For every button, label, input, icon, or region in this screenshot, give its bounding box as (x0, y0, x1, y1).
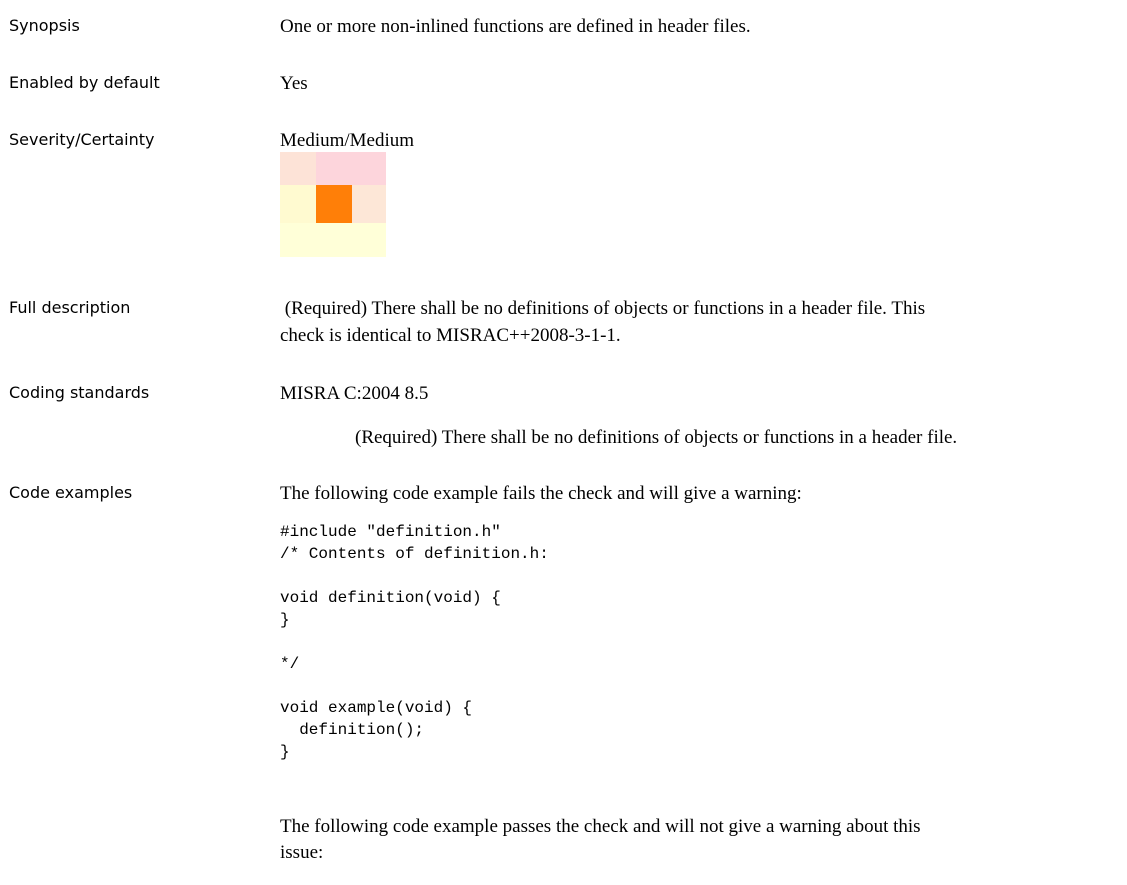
severity-matrix-cell (316, 223, 352, 257)
synopsis-label: Synopsis (9, 16, 80, 35)
severity-matrix-cell (352, 223, 386, 257)
failing-example-intro: The following code example fails the che… (280, 483, 802, 504)
severity-matrix-cell (352, 185, 386, 223)
code-examples-label: Code examples (9, 483, 133, 502)
enabled-by-default-value: Yes (280, 73, 308, 94)
severity-matrix-cell (352, 152, 386, 185)
severity-matrix-cell (280, 223, 316, 257)
severity-certainty-value: Medium/Medium (280, 130, 415, 151)
severity-certainty-matrix (280, 152, 386, 257)
passing-example-intro-line-2: issue: (280, 842, 324, 863)
severity-matrix-cell-selected (316, 185, 352, 223)
full-description-line-2: check is identical to MISRAC++2008-3-1-1… (280, 325, 621, 346)
enabled-by-default-label: Enabled by default (9, 73, 160, 92)
coding-standard-name: MISRA C:2004 8.5 (280, 383, 429, 404)
full-description-label: Full description (9, 298, 131, 317)
passing-example-intro-line-1: The following code example passes the ch… (280, 816, 921, 837)
coding-standards-label: Coding standards (9, 383, 150, 402)
failing-code-example: #include "definition.h" /* Contents of d… (280, 523, 549, 761)
severity-matrix-cell (316, 152, 352, 185)
severity-matrix-cell (280, 185, 316, 223)
coding-standard-rule: (Required) There shall be no definitions… (355, 427, 958, 448)
full-description-line-1: (Required) There shall be no definitions… (280, 298, 926, 319)
severity-matrix-cell (280, 152, 316, 185)
synopsis-text: One or more non-inlined functions are de… (280, 16, 751, 37)
severity-certainty-label: Severity/Certainty (9, 130, 155, 149)
